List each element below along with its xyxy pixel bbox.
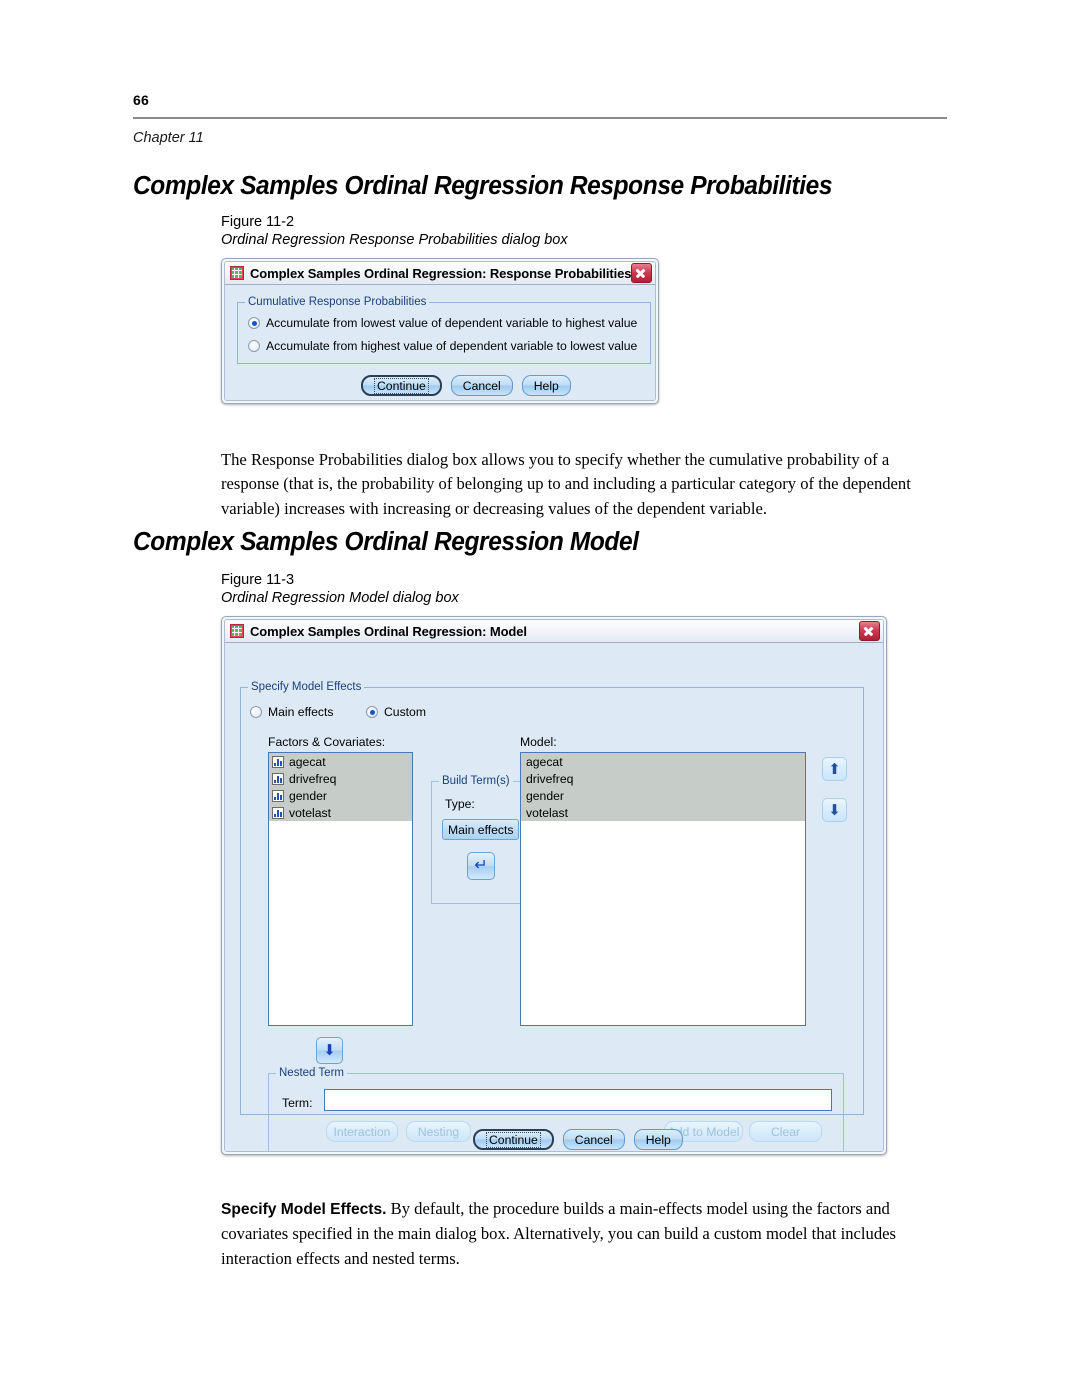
- nesting-button[interactable]: Nesting: [406, 1121, 471, 1142]
- group-title: Nested Term: [276, 1067, 347, 1079]
- continue-button[interactable]: Continue: [473, 1129, 554, 1150]
- dialog-response-probabilities[interactable]: Complex Samples Ordinal Regression: Resp…: [221, 258, 659, 404]
- arrow-up-icon: ⬆: [828, 760, 841, 778]
- radio-indicator[interactable]: [366, 706, 378, 718]
- radio-accumulate-lowest-to-highest[interactable]: Accumulate from lowest value of dependen…: [248, 316, 637, 330]
- variable-icon: [272, 806, 284, 819]
- radio-label: Accumulate from lowest value of dependen…: [266, 316, 638, 330]
- page-number: 66: [133, 92, 149, 108]
- radio-label: Custom: [384, 705, 426, 719]
- close-icon[interactable]: [859, 621, 880, 641]
- list-item[interactable]: agecat: [521, 753, 805, 770]
- dialog-model[interactable]: Complex Samples Ordinal Regression: Mode…: [221, 616, 887, 1155]
- list-item[interactable]: drivefreq: [521, 770, 805, 787]
- radio-accumulate-highest-to-lowest[interactable]: Accumulate from highest value of depende…: [248, 339, 637, 353]
- group-specify-model-effects: Specify Model Effects Main effects Custo…: [240, 681, 864, 1151]
- section-title-model: Complex Samples Ordinal Regression Model: [133, 528, 639, 556]
- paragraph-specify-model-effects: Specify Model Effects. By default, the p…: [221, 1197, 949, 1272]
- arrow-down-icon: ⬇: [828, 801, 841, 819]
- build-term-type-combo[interactable]: Main effects ▼: [442, 819, 529, 840]
- move-up-button[interactable]: ⬆: [822, 757, 847, 781]
- add-term-button[interactable]: ↵: [467, 852, 495, 880]
- paragraph-response-probabilities: The Response Probabilities dialog box al…: [221, 449, 911, 519]
- list-item-label: votelast: [289, 805, 332, 820]
- list-item-label: agecat: [289, 754, 326, 769]
- dialog-body: Cumulative Response Probabilities Accumu…: [225, 285, 655, 400]
- group-title: Cumulative Response Probabilities: [245, 296, 430, 308]
- dialog-body: Specify Model Effects Main effects Custo…: [225, 643, 883, 1151]
- help-button[interactable]: Help: [633, 1129, 683, 1150]
- list-item-label: drivefreq: [289, 771, 337, 786]
- list-item[interactable]: votelast: [521, 804, 805, 821]
- radio-label: Accumulate from highest value of depende…: [266, 339, 638, 353]
- figure-description: Ordinal Regression Model dialog box: [221, 590, 459, 606]
- variable-icon: [272, 755, 284, 768]
- move-down-button[interactable]: ⬇: [822, 798, 847, 822]
- enter-arrow-icon: ↵: [474, 857, 488, 874]
- group-cumulative-response-probabilities: Cumulative Response Probabilities Accumu…: [237, 296, 651, 364]
- cancel-button[interactable]: Cancel: [450, 375, 513, 396]
- model-list-label: Model:: [520, 735, 557, 749]
- factors-covariates-label: Factors & Covariates:: [268, 735, 386, 749]
- list-item[interactable]: gender: [521, 787, 805, 804]
- group-build-terms: Build Term(s) Type: Main effects ▼ ↵: [431, 775, 529, 904]
- cancel-button[interactable]: Cancel: [562, 1129, 625, 1150]
- group-title: Specify Model Effects: [248, 681, 365, 693]
- interaction-button[interactable]: Interaction: [326, 1121, 398, 1142]
- dialog-title: Complex Samples Ordinal Regression: Resp…: [250, 265, 632, 281]
- model-list[interactable]: agecat drivefreq gender votelast: [520, 752, 806, 1026]
- continue-button-label: Continue: [374, 377, 429, 394]
- radio-indicator[interactable]: [250, 706, 262, 718]
- continue-button[interactable]: Continue: [361, 375, 442, 396]
- dialog-button-row: Continue Cancel Help: [473, 1129, 683, 1150]
- figure-caption-11-2: Figure 11-2 Ordinal Regression Response …: [221, 213, 568, 249]
- radio-indicator[interactable]: [248, 317, 260, 329]
- figure-number: Figure 11-3: [221, 572, 295, 588]
- dialog-button-row: Continue Cancel Help: [361, 375, 571, 396]
- list-item[interactable]: agecat: [269, 753, 412, 770]
- group-title: Build Term(s): [439, 775, 513, 787]
- figure-number: Figure 11-2: [221, 214, 295, 230]
- list-item[interactable]: gender: [269, 787, 412, 804]
- variable-icon: [272, 789, 284, 802]
- list-item[interactable]: drivefreq: [269, 770, 412, 787]
- dialog-title: Complex Samples Ordinal Regression: Mode…: [250, 623, 527, 639]
- continue-button-label: Continue: [486, 1131, 541, 1148]
- close-icon[interactable]: [631, 263, 653, 283]
- variable-icon: [272, 772, 284, 785]
- list-item-label: gender: [289, 788, 327, 803]
- figure-description: Ordinal Regression Response Probabilitie…: [221, 232, 568, 248]
- dialog-inner: Complex Samples Ordinal Regression: Resp…: [224, 261, 656, 401]
- type-label: Type:: [445, 797, 475, 811]
- section-title-response-probabilities: Complex Samples Ordinal Regression Respo…: [133, 172, 833, 200]
- dialog-inner: Complex Samples Ordinal Regression: Mode…: [224, 619, 884, 1152]
- factors-covariates-list[interactable]: agecat drivefreq gender votelast: [268, 752, 413, 1026]
- dialog-titlebar[interactable]: Complex Samples Ordinal Regression: Resp…: [225, 262, 655, 285]
- radio-label: Main effects: [268, 705, 334, 719]
- send-to-nested-button[interactable]: ⬇: [316, 1037, 343, 1064]
- dialog-titlebar[interactable]: Complex Samples Ordinal Regression: Mode…: [225, 620, 883, 643]
- term-input[interactable]: [324, 1089, 832, 1111]
- help-button[interactable]: Help: [521, 375, 571, 396]
- arrow-down-icon: ⬇: [323, 1042, 336, 1059]
- chapter-label: Chapter 11: [133, 130, 204, 146]
- term-label: Term:: [282, 1096, 313, 1110]
- radio-indicator[interactable]: [248, 340, 260, 352]
- header-divider: [133, 117, 947, 119]
- radio-custom[interactable]: Custom: [366, 705, 426, 719]
- clear-button[interactable]: Clear: [749, 1121, 822, 1142]
- spss-app-icon: [230, 624, 244, 638]
- figure-caption-11-3: Figure 11-3 Ordinal Regression Model dia…: [221, 571, 459, 607]
- spss-app-icon: [230, 266, 244, 280]
- radio-main-effects[interactable]: Main effects: [250, 705, 333, 719]
- combo-value: Main effects: [448, 822, 514, 837]
- list-item[interactable]: votelast: [269, 804, 412, 821]
- paragraph-lead-in: Specify Model Effects.: [221, 1200, 387, 1218]
